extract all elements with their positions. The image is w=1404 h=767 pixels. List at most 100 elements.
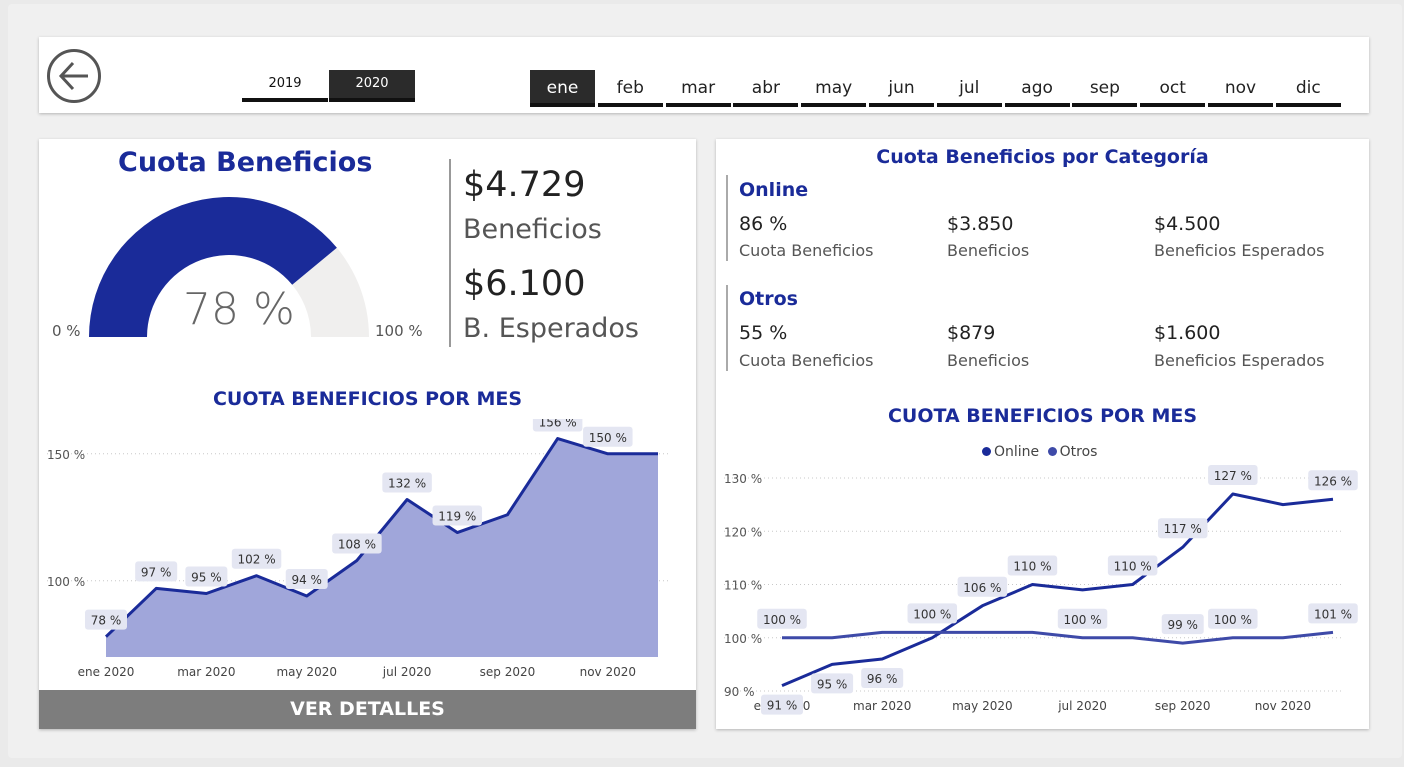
year-tab-2019[interactable]: 2019 bbox=[242, 70, 328, 102]
data-label: 110 % bbox=[1114, 560, 1152, 574]
data-label: 117 % bbox=[1164, 522, 1202, 536]
data-label: 156 % bbox=[539, 419, 577, 430]
data-label: 95 % bbox=[191, 570, 222, 584]
beneficios-label: Beneficios bbox=[463, 214, 602, 245]
x-tick-label: may 2020 bbox=[276, 665, 337, 679]
month-tab-oct[interactable]: oct bbox=[1140, 70, 1206, 107]
x-tick-label: nov 2020 bbox=[580, 665, 636, 679]
series-line-Online bbox=[781, 492, 1334, 688]
month-tab-ene[interactable]: ene bbox=[530, 70, 595, 107]
categories-title: Cuota Beneficios por Categoría bbox=[876, 146, 1209, 168]
monthly-area-chart: 100 % 150 % ene 2020 mar 2020 may 2020 jul 20… bbox=[47, 419, 668, 679]
arrow-left-icon bbox=[58, 61, 88, 91]
data-label: 110 % bbox=[1013, 560, 1051, 574]
y-tick-label: 90 % bbox=[724, 685, 755, 699]
legend-dot-otros bbox=[1047, 447, 1057, 456]
data-label: 100 % bbox=[1214, 613, 1252, 627]
data-label: 97 % bbox=[141, 565, 172, 579]
x-tick-label: sep 2020 bbox=[480, 665, 536, 679]
x-tick-label: ene 2020 bbox=[78, 665, 135, 679]
month-tab-sep[interactable]: sep bbox=[1072, 70, 1138, 107]
data-label: 150 % bbox=[589, 431, 627, 445]
month-tab-jun[interactable]: jun bbox=[869, 70, 934, 107]
month-tab-jul[interactable]: jul bbox=[936, 70, 1002, 107]
gauge-min-label: 0 % bbox=[52, 322, 81, 340]
data-label: 91 % bbox=[767, 699, 798, 713]
x-tick-label: jul 2020 bbox=[1057, 699, 1107, 713]
esperados-value: $6.100 bbox=[463, 264, 586, 304]
data-label: 78 % bbox=[91, 614, 122, 628]
area-fill bbox=[106, 438, 658, 657]
data-label: 119 % bbox=[438, 510, 476, 524]
left-chart-title: CUOTA BENEFICIOS POR MES bbox=[212, 388, 523, 410]
right-chart-title: CUOTA BENEFICIOS POR MES bbox=[887, 405, 1198, 427]
esperados-label: B. Esperados bbox=[463, 313, 639, 344]
month-tab-may[interactable]: may bbox=[801, 70, 867, 107]
data-label: 94 % bbox=[291, 573, 322, 587]
month-tab-dic[interactable]: dic bbox=[1275, 70, 1341, 107]
x-tick-label: may 2020 bbox=[952, 699, 1013, 713]
data-label: 100 % bbox=[913, 607, 951, 621]
data-label: 126 % bbox=[1314, 474, 1352, 488]
month-tab-ago[interactable]: ago bbox=[1004, 70, 1070, 107]
category-name-otros: Otros bbox=[739, 288, 798, 310]
data-label: 101 % bbox=[1314, 607, 1352, 621]
otros-beneficios-label: Beneficios bbox=[947, 351, 1030, 370]
data-label: 99 % bbox=[1167, 618, 1198, 632]
x-tick-label: mar 2020 bbox=[853, 699, 911, 713]
data-label: 96 % bbox=[867, 672, 898, 686]
chart-legend: Online Otros bbox=[982, 444, 1097, 460]
y-tick-label: 130 % bbox=[724, 472, 762, 486]
online-cuota-value: 86 % bbox=[739, 213, 788, 235]
gauge-title: Cuota Beneficios bbox=[118, 147, 373, 178]
online-beneficios-value: $3.850 bbox=[947, 213, 1014, 235]
data-label: 95 % bbox=[817, 677, 848, 691]
otros-beneficios-value: $879 bbox=[947, 322, 996, 344]
legend-online: Online bbox=[994, 444, 1040, 460]
data-label: 132 % bbox=[388, 477, 426, 491]
x-tick-label: nov 2020 bbox=[1255, 699, 1311, 713]
data-label: 106 % bbox=[963, 581, 1001, 595]
category-divider bbox=[726, 175, 728, 261]
otros-cuota-label: Cuota Beneficios bbox=[739, 351, 874, 370]
online-esperados-label: Beneficios Esperados bbox=[1154, 241, 1325, 260]
data-label: 100 % bbox=[1063, 613, 1101, 627]
beneficios-value: $4.729 bbox=[463, 165, 586, 205]
x-tick-label: mar 2020 bbox=[177, 665, 235, 679]
back-button[interactable] bbox=[47, 49, 101, 103]
filter-bar: 2019 2020 ene feb mar abr may jun jul ago sep oct… bbox=[39, 37, 1369, 113]
online-beneficios-label: Beneficios bbox=[947, 241, 1030, 260]
month-tab-feb[interactable]: feb bbox=[597, 70, 663, 107]
month-tab-mar[interactable]: mar bbox=[665, 70, 731, 107]
y-tick-label: 150 % bbox=[47, 448, 85, 462]
data-label: 108 % bbox=[338, 537, 376, 551]
data-label: 102 % bbox=[237, 553, 275, 567]
year-tab-2020[interactable]: 2020 bbox=[329, 70, 415, 102]
legend-dot-online bbox=[982, 447, 991, 456]
otros-cuota-value: 55 % bbox=[739, 322, 788, 344]
gauge-value: 78 % bbox=[183, 284, 295, 335]
month-tab-abr[interactable]: abr bbox=[733, 70, 799, 107]
kpi-divider bbox=[449, 159, 451, 347]
otros-esperados-value: $1.600 bbox=[1154, 322, 1221, 344]
online-esperados-value: $4.500 bbox=[1154, 213, 1221, 235]
month-tab-nov[interactable]: nov bbox=[1208, 70, 1273, 107]
cuota-beneficios-panel: Cuota Beneficios 78 % 0 % 100 % $4.729 B… bbox=[39, 139, 696, 729]
otros-esperados-label: Beneficios Esperados bbox=[1154, 351, 1325, 370]
x-tick-label: sep 2020 bbox=[1155, 699, 1211, 713]
category-divider bbox=[726, 285, 728, 371]
legend-otros: Otros bbox=[1059, 444, 1098, 460]
ver-detalles-button[interactable]: VER DETALLES bbox=[39, 690, 696, 729]
x-tick-label: jul 2020 bbox=[382, 665, 432, 679]
data-label: 100 % bbox=[763, 613, 801, 627]
y-tick-label: 100 % bbox=[47, 575, 85, 589]
monthly-line-chart: 90 %100 %110 %120 %130 %ene 2020mar 2020… bbox=[724, 464, 1358, 715]
category-name-online: Online bbox=[739, 179, 809, 201]
data-label: 127 % bbox=[1214, 469, 1252, 483]
y-tick-label: 110 % bbox=[724, 579, 762, 593]
online-cuota-label: Cuota Beneficios bbox=[739, 241, 874, 260]
y-tick-label: 120 % bbox=[724, 525, 762, 539]
gauge-max-label: 100 % bbox=[375, 322, 423, 340]
y-tick-label: 100 % bbox=[724, 632, 762, 646]
categoria-panel: Cuota Beneficios por Categoría Online 86… bbox=[716, 139, 1369, 729]
